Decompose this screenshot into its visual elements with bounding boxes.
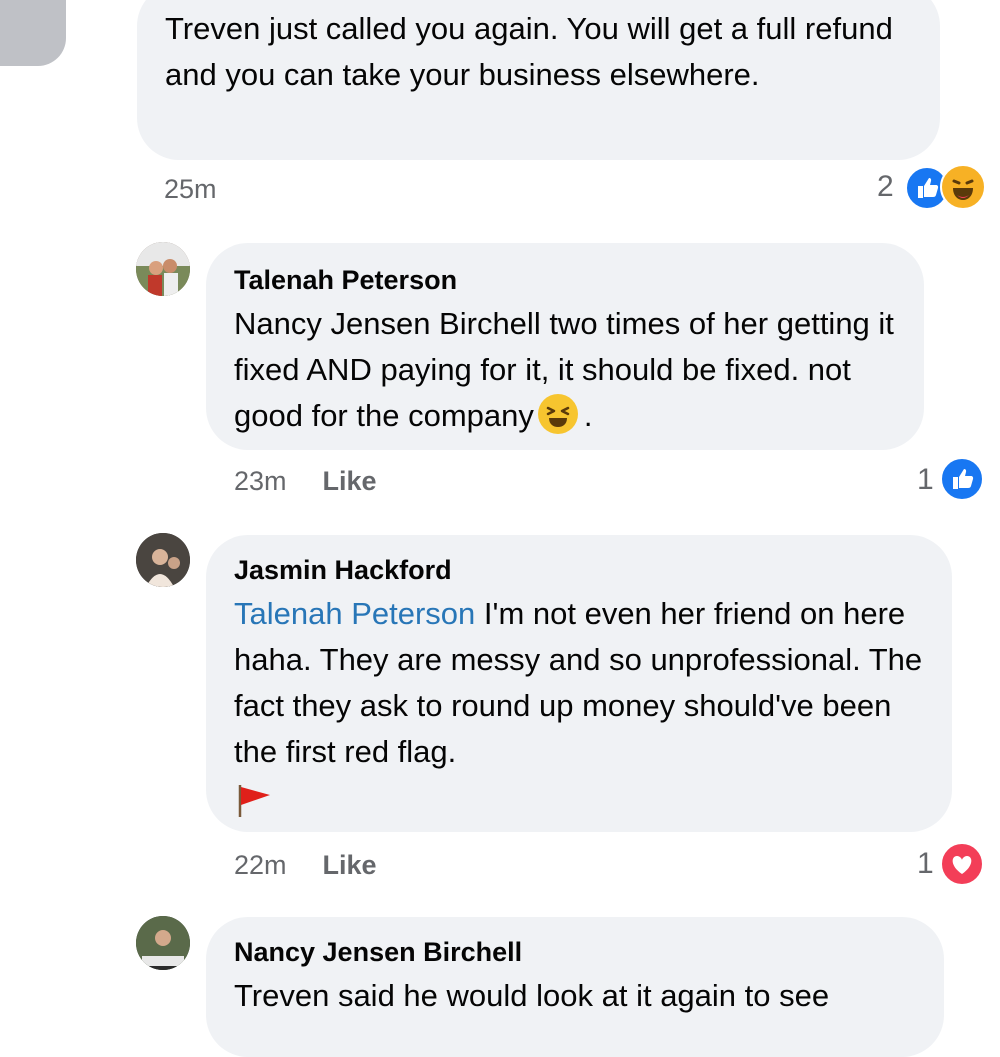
comment-timestamp[interactable]: 23m [234,466,287,496]
comment-text-body: Nancy Jensen Birchell two times of her g… [234,301,896,439]
reaction-count[interactable]: 1 [917,463,934,497]
comment-text: Treven said he would look at it again to… [234,978,830,1013]
comment-author[interactable]: Nancy Jensen Birchell [234,935,916,969]
comment-timestamp[interactable]: 25m [164,174,217,205]
comment-bubble[interactable]: Talenah Peterson Nancy Jensen Birchell t… [206,243,924,450]
like-icon[interactable] [940,457,984,501]
comment-bubble[interactable]: Nancy Jensen Birchell Treven said he wou… [206,917,944,1057]
comment-actions: 22m Like [234,850,377,881]
laughing-emoji-icon [537,394,578,434]
previous-comment-edge [0,0,66,66]
avatar[interactable] [136,242,190,296]
reaction-count[interactable]: 1 [917,847,934,881]
reaction-count[interactable]: 2 [877,170,894,204]
mention-link[interactable]: Talenah Peterson [234,596,475,631]
comment-actions: 23m Like [234,466,377,497]
like-button[interactable]: Like [323,850,377,880]
avatar[interactable] [136,916,190,970]
comment-bubble[interactable]: Treven just called you again. You will g… [137,0,940,160]
avatar[interactable] [136,533,190,587]
comment-text: Treven just called you again. You will g… [165,11,893,92]
comment-author[interactable]: Talenah Peterson [234,263,896,297]
comment-author[interactable]: Jasmin Hackford [234,553,924,587]
like-button[interactable]: Like [323,466,377,496]
comment-text-end: . [583,398,593,433]
red-flag-emoji-icon [234,781,274,821]
comment-bubble[interactable]: Jasmin Hackford Talenah Peterson I'm not… [206,535,952,832]
love-icon[interactable] [940,842,984,886]
comment-timestamp[interactable]: 22m [234,850,287,880]
haha-icon[interactable] [940,164,986,210]
comment-text-body: Talenah Peterson I'm not even her friend… [234,591,924,775]
